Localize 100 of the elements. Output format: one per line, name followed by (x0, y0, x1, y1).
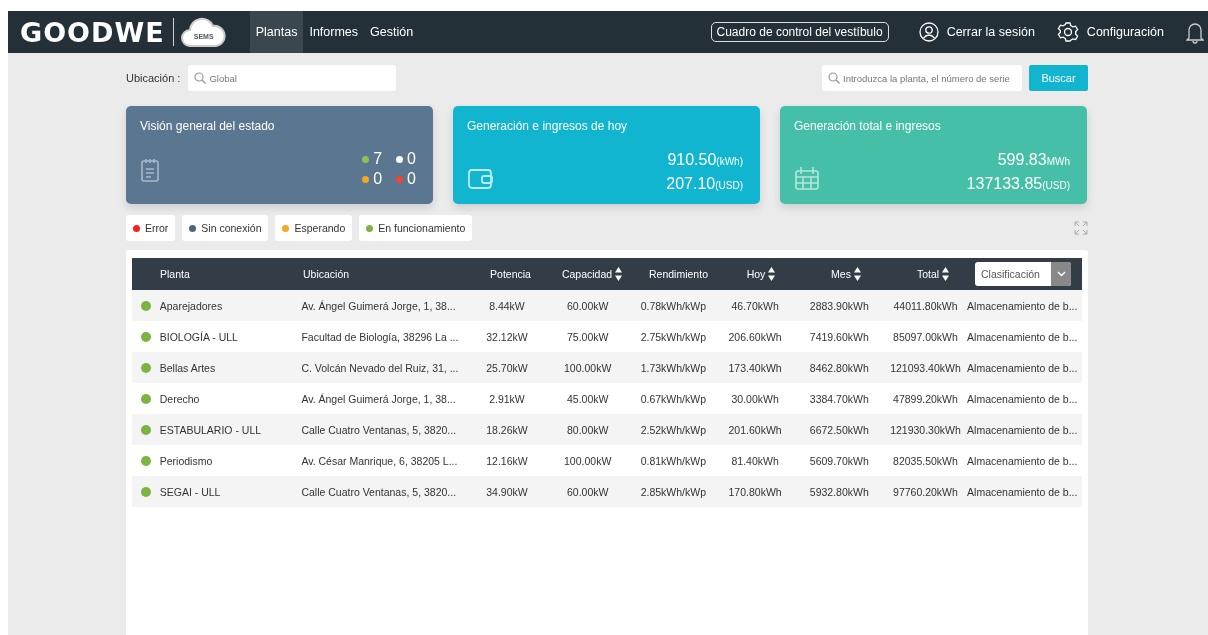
logo-text: GOODWE (20, 16, 165, 48)
legend-label: Esperando (294, 222, 346, 234)
user-icon[interactable] (918, 22, 939, 42)
bell-icon[interactable] (1186, 20, 1204, 44)
table-cell-text: SEGAI - ULL (159, 485, 222, 498)
table-cell-text: Almacenamiento de b... (967, 361, 1079, 374)
table-row[interactable]: Aparejadores Av. Ángel Guimerá Jorge, 1, 38... 8.44kW 60.00kW 0.78kWh/kWp 46.70kWh 2883.90kWh 44011.80kWh Almacenamiento de b... (132, 290, 1082, 321)
table-row[interactable]: Bellas Artes C. Volcán Nevado del Ruiz, 31, ... 25.70kW 100.00kW 1.73kWh/kWp 173.40kWh 8462.80kWh 121093.40kWh Almacenamiento de b... (132, 352, 1082, 383)
table-cell-text: Calle Cuatro Ventanas, 5, 3820... (301, 485, 458, 498)
column-header[interactable]: Total (916, 267, 950, 281)
table-row[interactable]: Derecho Av. Ángel Guimerá Jorge, 1, 38... 2.91kW 45.00kW 0.67kWh/kWp 30.00kWh 3384.70kWh 47899.20kWh Almacenamiento de b... (132, 383, 1082, 414)
table-row[interactable]: SEGAI - ULL Calle Cuatro Ventanas, 5, 3820... 34.90kW 60.00kW 2.85kWh/kWp 170.80kWh 5932.80kWh 97760.20kWh Almacenamiento de b... (132, 476, 1082, 507)
table-cell-text: 121093.40kWh (889, 361, 962, 374)
table-cell-text: 46.70kWh (730, 299, 780, 312)
logout-link[interactable]: Cerrar la sesión (946, 25, 1035, 39)
table-cell-text: 34.90kW (485, 485, 529, 498)
table-cell-text: 44011.80kWh (892, 299, 959, 312)
nav-tab[interactable]: Informes (303, 11, 365, 53)
table-cell-text: 18.26kW (485, 423, 529, 436)
table-cell-text: 2883.90kWh (808, 299, 870, 312)
card-value: 599.83MWh (997, 150, 1070, 170)
card-value: 137133.85(USD) (966, 174, 1070, 194)
table-cell-text: 2.52kWh/kWp (639, 423, 708, 436)
column-header: Planta (160, 268, 190, 280)
nav-tab[interactable]: Gestión (364, 11, 420, 53)
legend-label: En funcionamiento (378, 222, 466, 234)
table-row[interactable]: ESTABULARIO - ULL Calle Cuatro Ventanas, 5, 3820... 18.26kW 80.00kW 2.52kWh/kWp 201.60kWh 6672.50kWh 121930.30kWh Almacenamiento de b... (132, 414, 1082, 445)
table-cell-text: Aparejadores (159, 299, 224, 312)
wallet-icon (467, 167, 495, 191)
classification-select[interactable]: Clasificación (975, 262, 1071, 286)
table-cell-text: 201.60kWh (727, 423, 783, 436)
table-cell-text: Bellas Artes (159, 361, 217, 374)
table-cell-text: 60.00kW (565, 485, 610, 498)
chevron-down-icon (1056, 271, 1066, 277)
table-cell-text: 206.60kWh (727, 330, 783, 343)
table-cell-text: Periodismo (159, 454, 214, 467)
table-cell-text: 2.85kWh/kWp (639, 485, 708, 498)
sort-icon[interactable] (615, 267, 623, 281)
table-cell-text: Av. Ángel Guimerá Jorge, 1, 38... (301, 392, 457, 405)
table-cell-text: 0.81kWh/kWp (639, 454, 708, 467)
table-cell-text: 2.91kW (488, 392, 526, 405)
table-cell-text: ESTABULARIO - ULL (159, 423, 263, 436)
sort-icon[interactable] (768, 267, 776, 281)
settings-icon[interactable] (1056, 21, 1079, 43)
legend-label: Sin conexión (201, 222, 262, 234)
table-cell-text: 173.40kWh (727, 361, 783, 374)
card-value: 910.50(kWh) (667, 150, 743, 170)
notepad-icon (140, 157, 160, 183)
table-cell-text: 80.00kW (565, 423, 610, 436)
table-cell-text: C. Volcán Nevado del Ruiz, 31, ... (301, 361, 460, 374)
table-cell-text: Almacenamiento de b... (967, 454, 1079, 467)
table-cell-text: Av. Ángel Guimerá Jorge, 1, 38... (301, 299, 457, 312)
table-cell-text: Almacenamiento de b... (967, 423, 1079, 436)
table-cell-text: 81.40kWh (730, 454, 780, 467)
legend-label: Error (145, 222, 169, 234)
card-title: Generación e ingresos de hoy (467, 119, 628, 133)
legend-item[interactable]: Sin conexión (182, 215, 269, 241)
table-cell-text: 7419.60kWh (808, 330, 870, 343)
status-count: 0 (407, 149, 416, 169)
column-header: Ubicación (303, 268, 350, 280)
table-cell-text: 0.67kWh/kWp (639, 392, 708, 405)
table-cell-text: Almacenamiento de b... (967, 299, 1079, 312)
location-field[interactable]: Global (188, 65, 397, 91)
column-header[interactable]: Mes (831, 267, 861, 281)
card-value: 207.10(USD) (666, 174, 743, 194)
legend-item[interactable]: En funcionamiento (359, 215, 473, 241)
table-cell-text: Almacenamiento de b... (967, 330, 1079, 343)
table-cell-text: 25.70kW (485, 361, 529, 374)
table-cell-text: 100.00kW (563, 361, 613, 374)
legend-item[interactable]: Error (126, 215, 176, 241)
table-row[interactable]: BIOLOGÍA - ULL Facultad de Biología, 38296 La ... 32.12kW 75.00kW 2.75kWh/kWp 206.60kWh 7419.60kWh 85097.00kWh Almacenamiento de b... (132, 321, 1082, 352)
table-row[interactable]: Periodismo Av. César Manrique, 6, 38205 L... 12.16kW 100.00kW 0.81kWh/kWp 81.40kWh 5609.70kWh 82035.50kWh Almacenamiento de b... (132, 445, 1082, 476)
table-cell-text: Facultad de Biología, 38296 La ... (301, 330, 460, 343)
table-cell-text: 121930.30kWh (889, 423, 962, 436)
card-title: Generación total e ingresos (794, 119, 941, 133)
search-field[interactable]: Introduzca la planta, el número de serie (822, 65, 1022, 91)
table-cell-text: 8462.80kWh (808, 361, 870, 374)
table-cell-text: 1.73kWh/kWp (639, 361, 708, 374)
table-cell-text: 0.78kWh/kWp (639, 299, 708, 312)
table-cell-text: 60.00kW (565, 299, 610, 312)
table-cell-text: 85097.00kWh (892, 330, 959, 343)
legend-item[interactable]: Esperando (275, 215, 353, 241)
lobby-button[interactable]: Cuadro de control del vestíbulo (710, 22, 889, 42)
sort-icon[interactable] (942, 267, 950, 281)
table-cell-text: Almacenamiento de b... (967, 485, 1079, 498)
status-count: 0 (407, 169, 416, 189)
column-header[interactable]: Capacidad (561, 267, 623, 281)
settings-link[interactable]: Configuración (1086, 25, 1164, 39)
table-cell-text: 6672.50kWh (808, 423, 870, 436)
status-count: 0 (373, 169, 383, 189)
table-cell-text: 2.75kWh/kWp (639, 330, 708, 343)
column-header[interactable]: Hoy (746, 267, 776, 281)
location-label: Ubicación : (126, 72, 181, 84)
calendar-icon (794, 165, 820, 191)
table-cell-text: 8.44kW (488, 299, 526, 312)
table-cell-text: 30.00kWh (730, 392, 780, 405)
table-cell-text: 100.00kW (563, 454, 613, 467)
sort-icon[interactable] (853, 267, 861, 281)
nav-tab[interactable]: Plantas (249, 11, 304, 53)
table-cell-text: 3384.70kWh (808, 392, 870, 405)
